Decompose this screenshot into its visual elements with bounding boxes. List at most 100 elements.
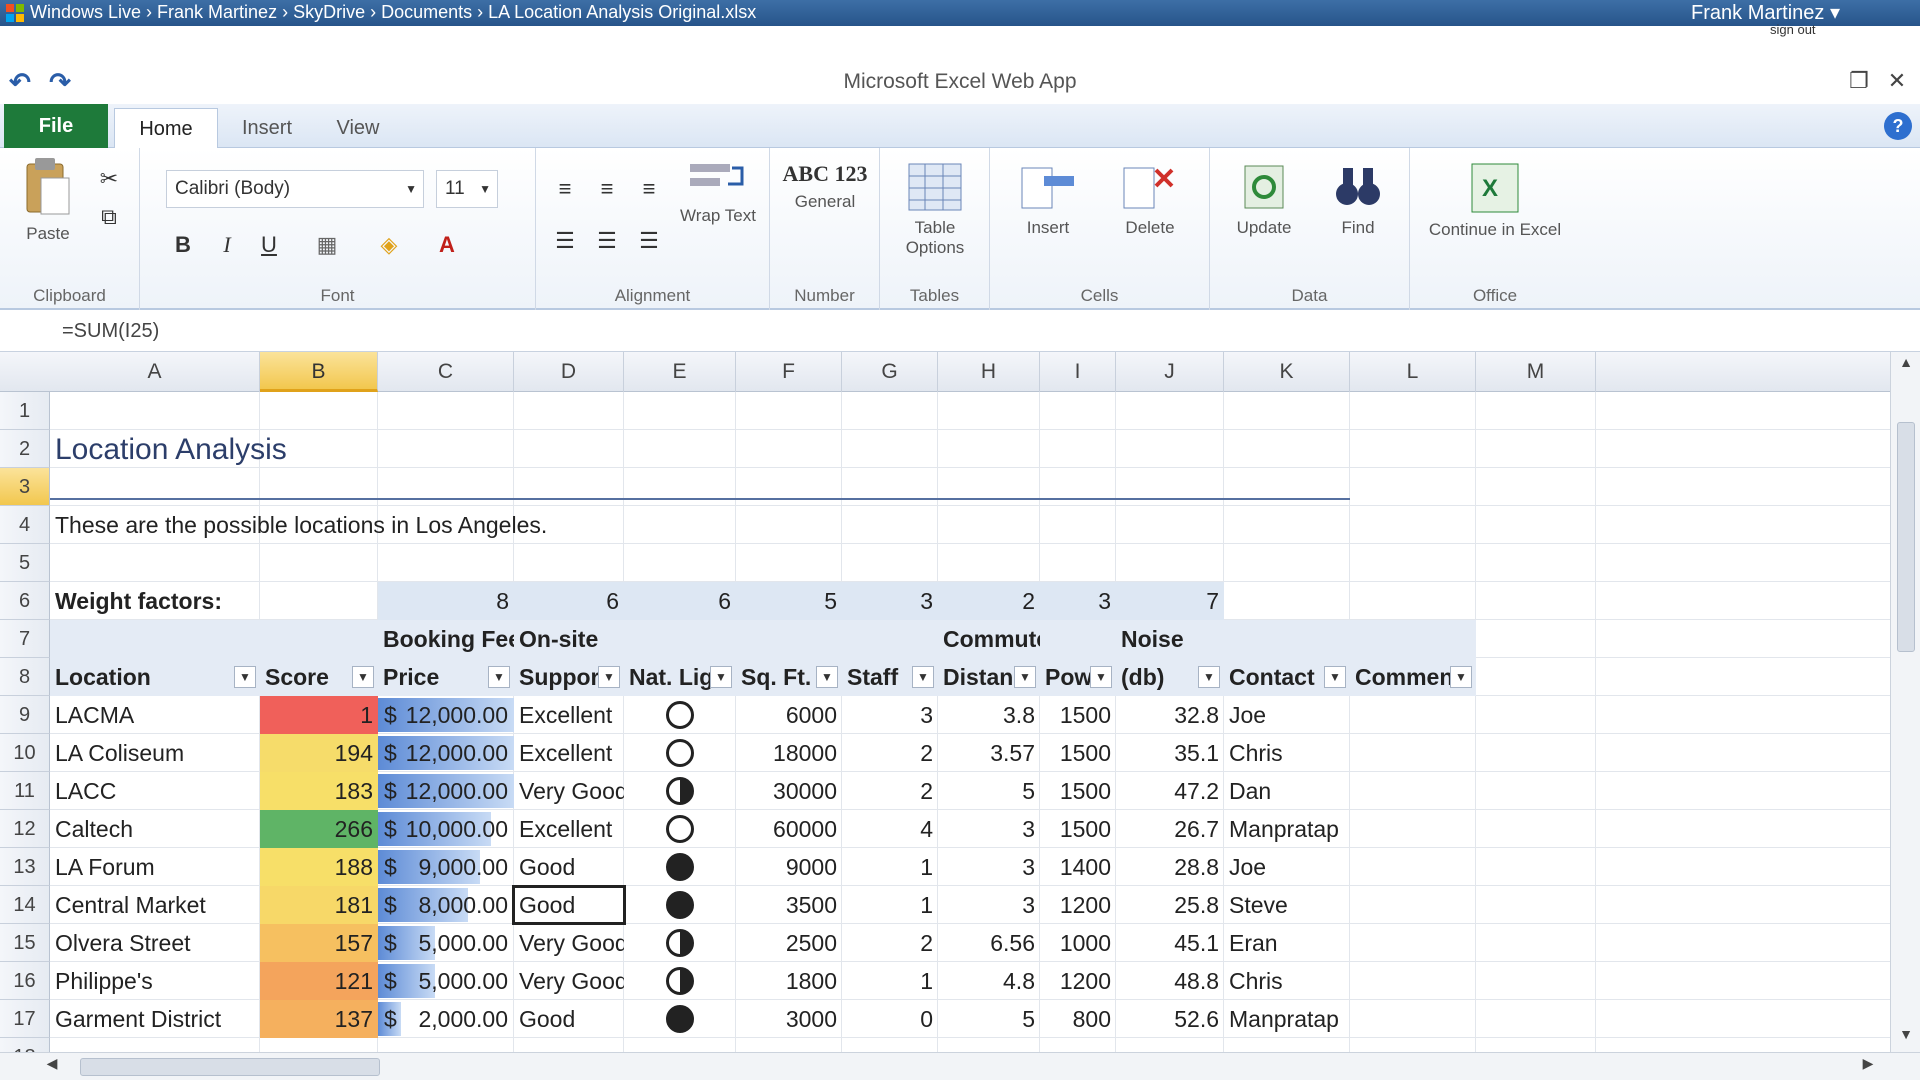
square-feet[interactable]: 60000 (736, 810, 842, 848)
row-header-15[interactable]: 15 (0, 924, 50, 962)
fill-color-icon[interactable]: ◈ (372, 228, 406, 262)
vertical-scroll-thumb[interactable] (1897, 422, 1915, 652)
filter-dropdown-icon[interactable]: ▼ (1090, 666, 1112, 688)
support-rating[interactable]: Very Good (514, 962, 624, 1000)
column-header-c[interactable]: C (378, 352, 514, 392)
align-bottom-icon[interactable]: ≡ (632, 172, 666, 206)
noise-level[interactable]: 25.8 (1116, 886, 1224, 924)
staff-count[interactable]: 4 (842, 810, 938, 848)
commute-distance[interactable]: 3 (938, 886, 1040, 924)
score-value[interactable]: 1 (260, 696, 378, 734)
user-menu[interactable]: Frank Martinez ▾ (1691, 0, 1840, 25)
square-feet[interactable]: 30000 (736, 772, 842, 810)
price-cell[interactable]: $2,000.00 (378, 1000, 514, 1038)
score-value[interactable]: 137 (260, 1000, 378, 1038)
number-format-button[interactable]: ABC 123 General (776, 162, 874, 212)
header-booking-fee[interactable]: Booking Fee (378, 620, 514, 658)
row-header-6[interactable]: 6 (0, 582, 50, 620)
contact-name[interactable]: Steve (1224, 886, 1350, 924)
weight-factor[interactable]: 3 (842, 582, 938, 620)
price-cell[interactable]: $12,000.00 (378, 772, 514, 810)
row-header-12[interactable]: 12 (0, 810, 50, 848)
horizontal-scrollbar[interactable]: ◀ ▶ (0, 1052, 1920, 1080)
staff-count[interactable]: 3 (842, 696, 938, 734)
breadcrumb[interactable]: Windows Live › Frank Martinez › SkyDrive… (30, 2, 756, 23)
tab-view[interactable]: View (318, 108, 398, 148)
power-value[interactable]: 800 (1040, 1000, 1116, 1038)
column-header-b[interactable]: B (260, 352, 378, 392)
underline-button[interactable]: U (252, 228, 286, 262)
score-value[interactable]: 157 (260, 924, 378, 962)
staff-count[interactable]: 1 (842, 886, 938, 924)
filter-dropdown-icon[interactable]: ▼ (1014, 666, 1036, 688)
score-value[interactable]: 194 (260, 734, 378, 772)
column-header-k[interactable]: K (1224, 352, 1350, 392)
support-rating[interactable]: Excellent (514, 696, 624, 734)
commute-distance[interactable]: 6.56 (938, 924, 1040, 962)
column-header-j[interactable]: J (1116, 352, 1224, 392)
comment-cell[interactable] (1350, 848, 1476, 886)
scroll-up-icon[interactable]: ▲ (1891, 354, 1920, 378)
contact-name[interactable]: Chris (1224, 962, 1350, 1000)
font-color-icon[interactable]: A (430, 228, 464, 262)
square-feet[interactable]: 3500 (736, 886, 842, 924)
help-icon[interactable]: ? (1884, 112, 1912, 140)
comment-cell[interactable] (1350, 696, 1476, 734)
contact-name[interactable]: Chris (1224, 734, 1350, 772)
noise-level[interactable]: 47.2 (1116, 772, 1224, 810)
comment-cell[interactable] (1350, 962, 1476, 1000)
weight-factor[interactable]: 6 (624, 582, 736, 620)
wrap-text-button[interactable]: Wrap Text (676, 160, 760, 226)
insert-cells-button[interactable]: Insert (1000, 162, 1096, 238)
commute-distance[interactable]: 3 (938, 810, 1040, 848)
font-family-select[interactable]: Calibri (Body) ▼ (166, 170, 424, 208)
column-header-i[interactable]: I (1040, 352, 1116, 392)
row-header-4[interactable]: 4 (0, 506, 50, 544)
noise-level[interactable]: 28.8 (1116, 848, 1224, 886)
font-size-select[interactable]: 11 ▼ (436, 170, 498, 208)
header-on-site[interactable]: On-site (514, 620, 624, 658)
column-header-g[interactable]: G (842, 352, 938, 392)
square-feet[interactable]: 18000 (736, 734, 842, 772)
contact-name[interactable]: Dan (1224, 772, 1350, 810)
square-feet[interactable]: 1800 (736, 962, 842, 1000)
filter-dropdown-icon[interactable]: ▼ (234, 666, 256, 688)
commute-distance[interactable]: 3 (938, 848, 1040, 886)
italic-button[interactable]: I (210, 228, 244, 262)
row-header-17[interactable]: 17 (0, 1000, 50, 1038)
sign-out-link[interactable]: sign out (1770, 22, 1816, 37)
support-rating[interactable]: Good (514, 848, 624, 886)
commute-distance[interactable]: 3.8 (938, 696, 1040, 734)
power-value[interactable]: 1000 (1040, 924, 1116, 962)
row-header-5[interactable]: 5 (0, 544, 50, 582)
weight-factor[interactable]: 3 (1040, 582, 1116, 620)
location-name[interactable]: LA Coliseum (50, 734, 260, 772)
row-header-14[interactable]: 14 (0, 886, 50, 924)
column-header-f[interactable]: F (736, 352, 842, 392)
spreadsheet-grid[interactable]: ABCDEFGHIJKLM 12345678910111213141516171… (0, 352, 1890, 1052)
bold-button[interactable]: B (166, 228, 200, 262)
formula-bar[interactable]: =SUM(I25) (0, 312, 1920, 352)
contact-name[interactable]: Joe (1224, 696, 1350, 734)
tab-home[interactable]: Home (114, 108, 218, 148)
support-rating[interactable]: Very Good (514, 924, 624, 962)
support-rating[interactable]: Excellent (514, 734, 624, 772)
noise-level[interactable]: 48.8 (1116, 962, 1224, 1000)
price-cell[interactable]: $9,000.00 (378, 848, 514, 886)
support-rating[interactable]: Good (514, 1000, 624, 1038)
comment-cell[interactable] (1350, 810, 1476, 848)
support-rating[interactable]: Excellent (514, 810, 624, 848)
row-header-1[interactable]: 1 (0, 392, 50, 430)
location-name[interactable]: LACC (50, 772, 260, 810)
contact-name[interactable]: Eran (1224, 924, 1350, 962)
support-rating[interactable]: Very Good (514, 772, 624, 810)
price-cell[interactable]: $12,000.00 (378, 734, 514, 772)
square-feet[interactable]: 9000 (736, 848, 842, 886)
staff-count[interactable]: 2 (842, 924, 938, 962)
filter-dropdown-icon[interactable]: ▼ (488, 666, 510, 688)
row-header-7[interactable]: 7 (0, 620, 50, 658)
location-name[interactable]: Central Market (50, 886, 260, 924)
header-commute[interactable]: Commute (938, 620, 1040, 658)
cut-icon[interactable]: ✂ (92, 162, 126, 196)
find-button[interactable]: Find (1314, 162, 1402, 238)
